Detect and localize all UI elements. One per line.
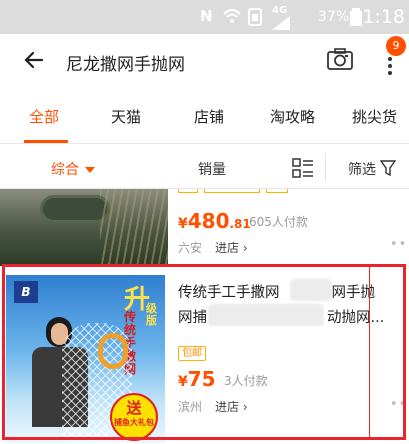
list-item[interactable]: ¥480.81 605人付款 六安 进店 › •••: [0, 189, 409, 266]
filter-button[interactable]: 筛选: [348, 159, 376, 179]
back-arrow-icon[interactable]: [22, 48, 46, 72]
filter-label: 筛选: [348, 162, 376, 178]
tab-shops[interactable]: 店铺: [194, 106, 224, 127]
nfc-icon: N: [200, 7, 213, 25]
paid-count: 3人付款: [224, 374, 268, 388]
product-image[interactable]: B 升 级版 传统手撒网 送 捕鱼大礼包: [6, 275, 165, 443]
product-image[interactable]: [0, 189, 168, 266]
product-list: ¥480.81 605人付款 六安 进店 › ••• B 升 级版 传统手撒网 …: [0, 189, 409, 444]
clock: 21:18: [350, 6, 405, 28]
sort-comprehensive-label: 综合: [51, 162, 79, 178]
active-tab-indicator: [24, 140, 68, 143]
tab-all[interactable]: 全部: [29, 106, 59, 127]
battery-percent: 37%: [318, 9, 350, 25]
list-item[interactable]: B 升 级版 传统手撒网 送 捕鱼大礼包 传统手工手撒网网手抛 网捕动抛网...…: [0, 266, 409, 444]
tab-guides[interactable]: 淘攻略: [270, 106, 315, 127]
tab-tmall[interactable]: 天猫: [111, 106, 141, 127]
sort-sales[interactable]: 销量: [198, 159, 226, 179]
layout-toggle-icon[interactable]: [292, 158, 314, 178]
sim-icon: [248, 8, 262, 26]
tab-picks[interactable]: 挑尖货: [352, 106, 397, 127]
notification-badge: 9: [386, 36, 406, 56]
filter-icon: [380, 160, 396, 176]
item-more-icon[interactable]: •••: [390, 237, 409, 252]
sort-bar: 综合 销量 筛选: [0, 145, 409, 189]
search-header: 尼龙撒网手抛网 9: [0, 34, 409, 88]
seller-location: 滨州: [178, 400, 203, 414]
rope-shape: [98, 333, 128, 369]
enter-store-link[interactable]: 进店 ›: [215, 398, 248, 415]
brand-logo: B: [14, 281, 38, 303]
gift-badge: 送 捕鱼大礼包: [110, 393, 158, 441]
paid-count: 605人付款: [249, 215, 308, 229]
blurred-text: [208, 304, 324, 326]
sort-comprehensive[interactable]: 综合: [51, 159, 96, 179]
enter-store-link[interactable]: 进店 ›: [215, 239, 248, 256]
upgrade-subtext: 级版: [146, 302, 157, 327]
status-bar: N 4G 37% 21:18: [0, 0, 409, 34]
seller-location: 六安: [178, 241, 203, 255]
caret-down-icon: [85, 167, 96, 173]
reeds-shape: [100, 189, 168, 266]
wifi-icon: [223, 9, 241, 23]
signal-icon: [272, 16, 290, 30]
item-more-icon[interactable]: •••: [390, 397, 409, 412]
free-shipping-tag: 包邮: [178, 346, 206, 361]
product-price: ¥480.81: [178, 209, 251, 233]
category-tabs: 全部 天猫 店铺 淘攻略 挑尖货: [0, 88, 409, 144]
product-price: ¥75: [178, 367, 216, 391]
blurred-text: [290, 279, 332, 301]
camera-icon[interactable]: [327, 48, 353, 70]
network-type: 4G: [272, 5, 288, 16]
sortbar-divider: [325, 153, 326, 181]
search-input[interactable]: 尼龙撒网手抛网: [66, 50, 185, 75]
product-tags: [178, 189, 288, 194]
